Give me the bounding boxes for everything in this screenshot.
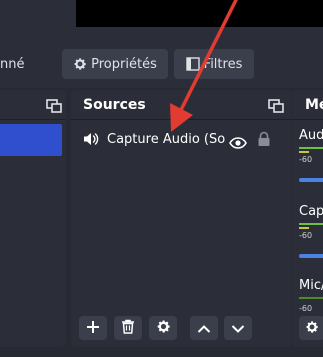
gear-icon	[305, 319, 319, 338]
filters-button[interactable]: Filtres	[174, 49, 254, 79]
meter-tick-label: -60	[299, 231, 313, 240]
remove-source-button[interactable]	[114, 316, 142, 340]
scenes-dock	[0, 90, 66, 347]
move-source-down-button[interactable]	[224, 316, 252, 340]
source-properties-button[interactable]	[149, 316, 177, 340]
meter-tick-label: -60	[299, 304, 313, 313]
gear-icon	[73, 57, 87, 71]
scenes-dock-header	[0, 90, 66, 120]
volume-meter-peak	[299, 227, 309, 229]
gear-icon	[156, 319, 171, 338]
audio-mixer-dock: Mé Aud -60 Capt -60 Mic/ -60	[293, 90, 323, 347]
volume-meter	[299, 147, 323, 149]
plus-icon	[86, 319, 100, 338]
source-item-label: Capture Audio (Sortie)	[107, 132, 225, 147]
properties-button[interactable]: Propriétés	[62, 49, 168, 79]
trash-icon	[121, 319, 135, 338]
move-source-up-button[interactable]	[190, 316, 218, 340]
sources-dock: Sources Capture Audio (Sortie)	[71, 90, 292, 347]
filter-icon	[185, 57, 200, 71]
undock-icon[interactable]	[268, 99, 284, 113]
volume-meter	[299, 297, 323, 299]
filters-label: Filtres	[203, 56, 243, 72]
meter-tick-label: -60	[299, 155, 313, 164]
volume-slider[interactable]	[299, 254, 323, 258]
mixer-channel-label: Mic/	[299, 278, 323, 293]
mixer-channel-label: Aud	[299, 128, 323, 143]
add-source-button[interactable]	[79, 316, 107, 340]
volume-meter-peak	[299, 151, 309, 153]
preview-canvas	[76, 0, 323, 27]
lock-icon[interactable]	[257, 131, 271, 151]
chevron-up-icon	[197, 319, 211, 338]
chevron-down-icon	[231, 319, 245, 338]
sources-title: Sources	[83, 97, 146, 113]
volume-slider[interactable]	[299, 178, 323, 182]
mixer-channel-label: Capt	[299, 204, 323, 219]
properties-label: Propriétés	[91, 56, 157, 72]
speaker-icon	[83, 131, 101, 151]
selected-source-label: nné	[0, 57, 25, 72]
volume-meter	[299, 223, 323, 225]
mixer-title: Mé	[305, 97, 323, 113]
scene-item-selected[interactable]	[0, 124, 62, 156]
mixer-dock-header: Mé	[293, 90, 323, 120]
sources-dock-header: Sources	[71, 90, 292, 120]
mixer-settings-button[interactable]	[299, 316, 323, 340]
undock-icon[interactable]	[46, 99, 62, 113]
eye-icon[interactable]	[229, 134, 247, 153]
